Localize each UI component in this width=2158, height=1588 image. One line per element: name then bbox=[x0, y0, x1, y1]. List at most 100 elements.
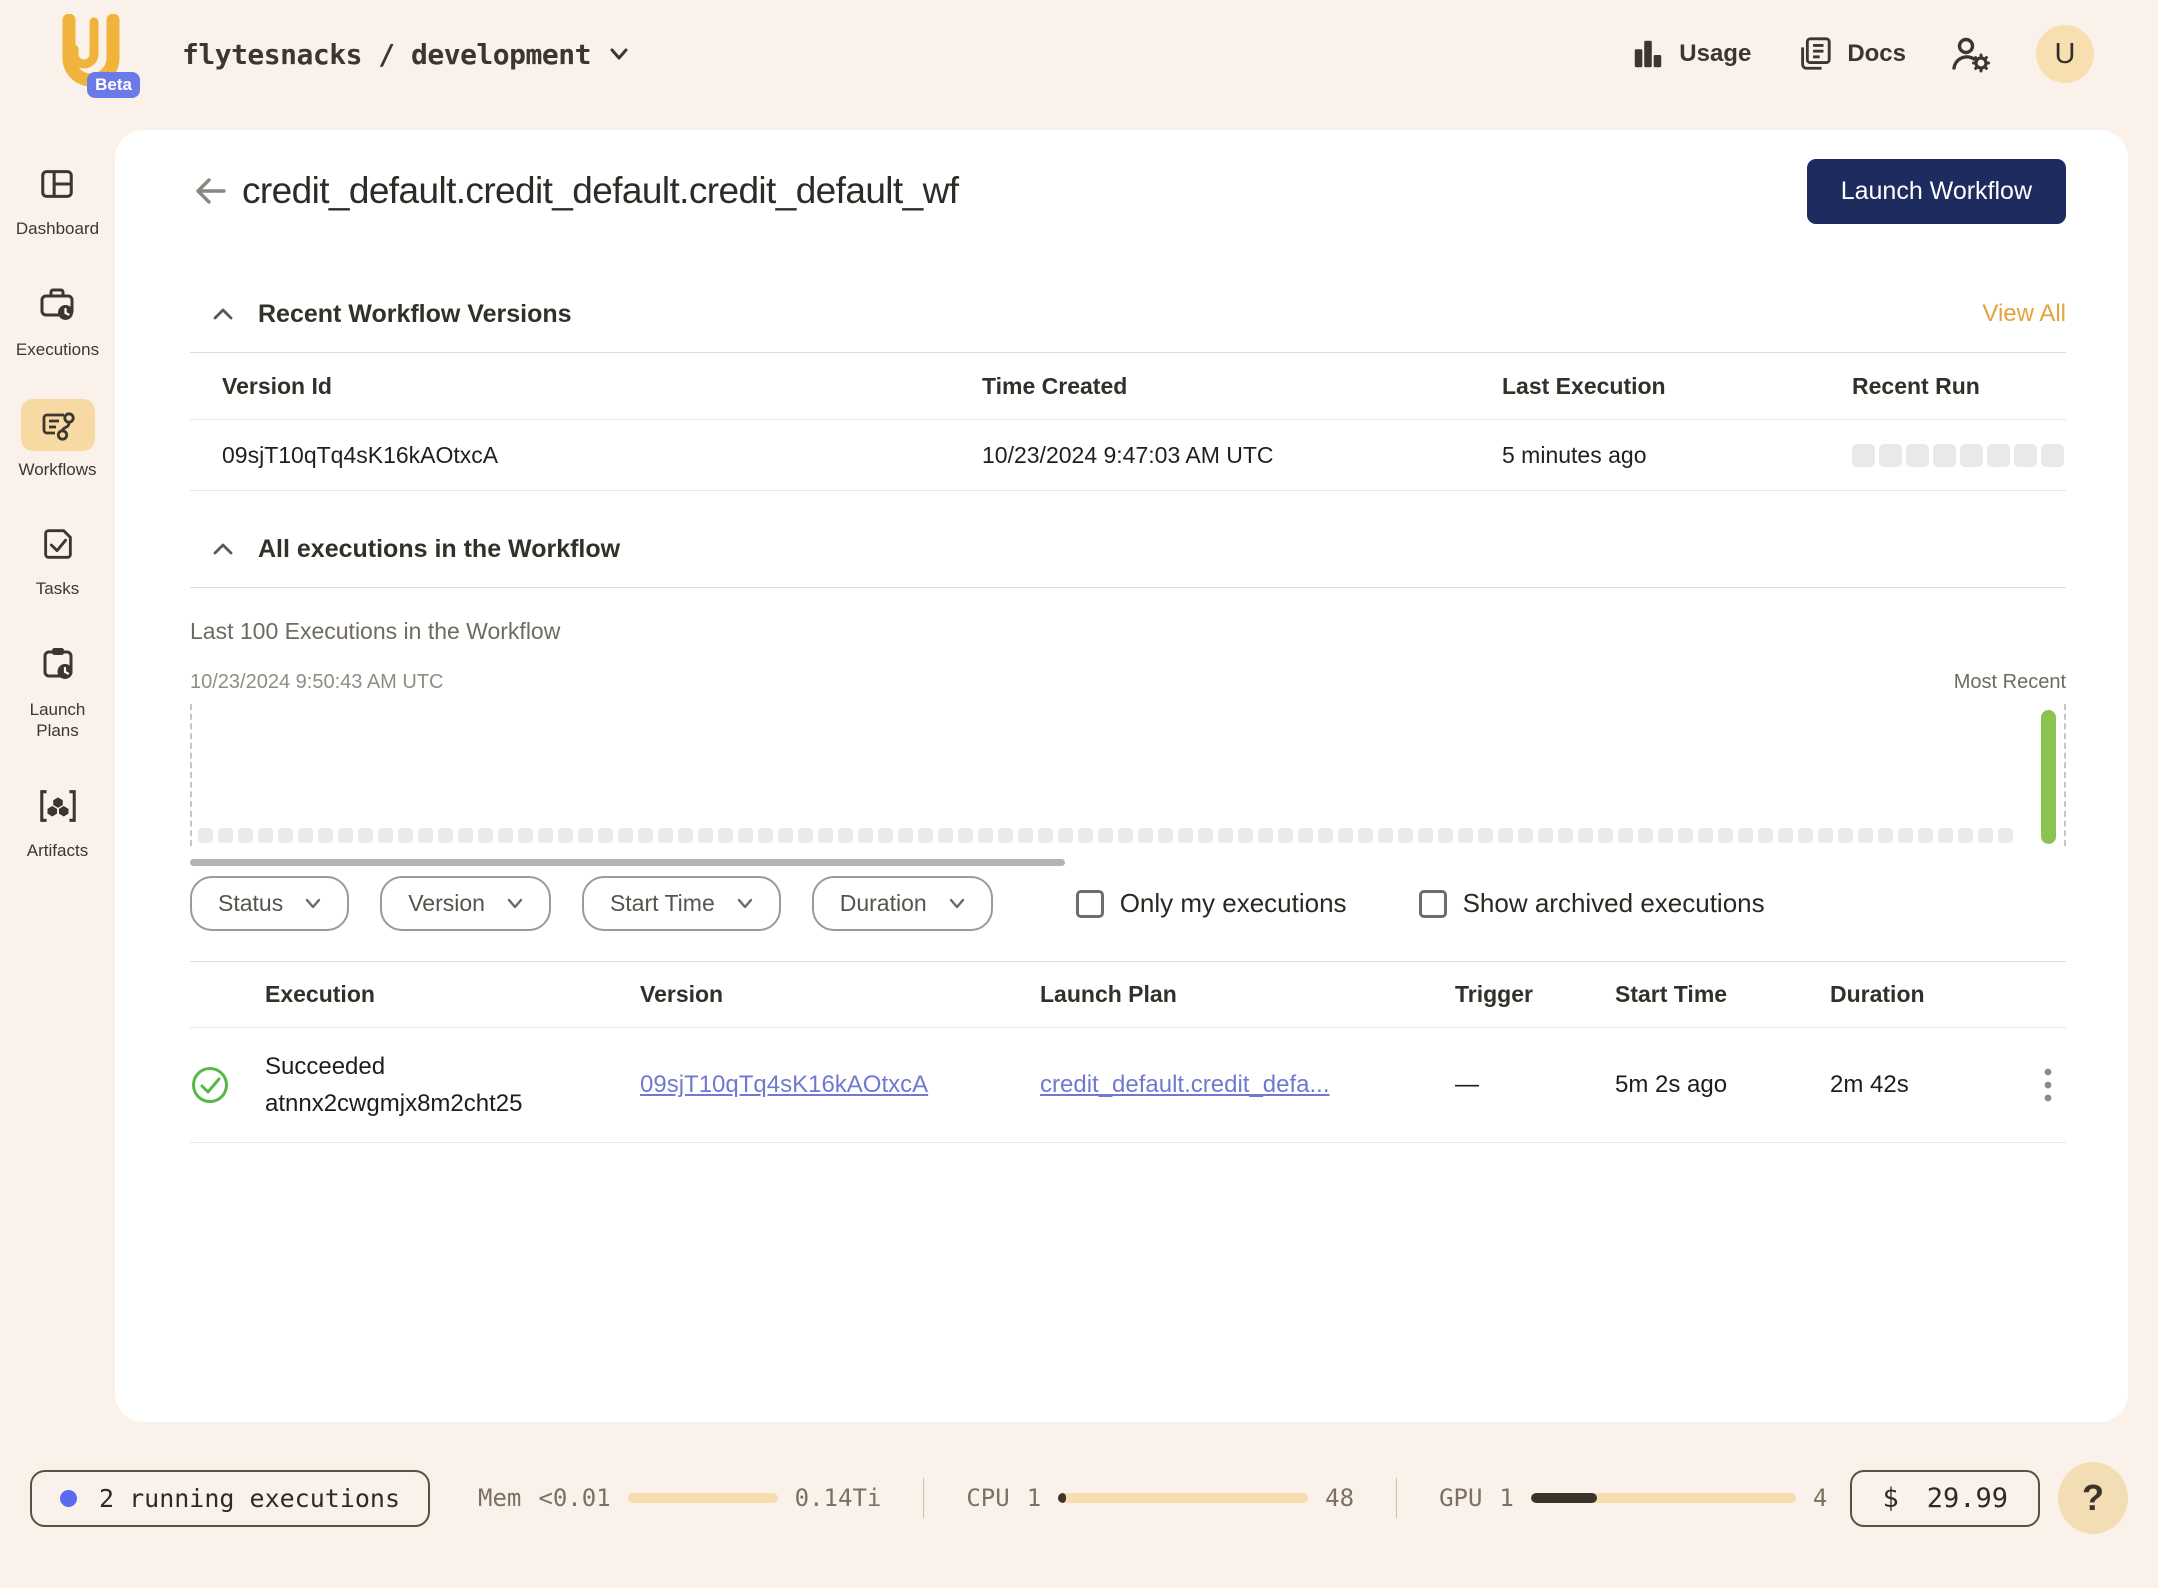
cost-amount: 29.99 bbox=[1927, 1483, 2008, 1514]
checkbox[interactable] bbox=[1076, 890, 1104, 918]
placeholder-square bbox=[938, 828, 953, 843]
chevron-down-icon bbox=[949, 898, 965, 909]
placeholder-square bbox=[198, 828, 213, 843]
placeholder-square bbox=[678, 828, 693, 843]
filter-label: Version bbox=[408, 890, 485, 917]
placeholder-square bbox=[718, 828, 733, 843]
page-header: credit_default.credit_default.credit_def… bbox=[190, 158, 2066, 224]
placeholder-square bbox=[278, 828, 293, 843]
back-button[interactable] bbox=[190, 171, 230, 211]
divider bbox=[923, 1478, 924, 1518]
executions-subtitle: Last 100 Executions in the Workflow bbox=[190, 618, 2066, 645]
status-filter-dropdown[interactable]: Status bbox=[190, 876, 349, 931]
start-time-filter-dropdown[interactable]: Start Time bbox=[582, 876, 781, 931]
placeholder-square bbox=[918, 828, 933, 843]
divider bbox=[1396, 1478, 1397, 1518]
sidebar-item-executions[interactable]: Executions bbox=[16, 277, 99, 360]
placeholder-square bbox=[358, 828, 373, 843]
column-header: Duration bbox=[1830, 981, 2020, 1008]
user-gear-icon bbox=[1950, 34, 1992, 74]
placeholder-square bbox=[1098, 828, 1113, 843]
placeholder-square bbox=[458, 828, 473, 843]
placeholder-square bbox=[1818, 828, 1833, 843]
view-all-link[interactable]: View All bbox=[1982, 300, 2066, 328]
executions-timeline-chart[interactable] bbox=[190, 704, 2066, 846]
placeholder-square bbox=[1778, 828, 1793, 843]
placeholder-square bbox=[1178, 828, 1193, 843]
placeholder-square bbox=[1918, 828, 1933, 843]
status-bar: 2 running executions Mem <0.01 0.14Ti CP… bbox=[0, 1458, 2158, 1538]
duration-filter-dropdown[interactable]: Duration bbox=[812, 876, 993, 931]
execution-table-row[interactable]: Succeeded atnnx2cwgmjx8m2cht25 09sjT10qT… bbox=[190, 1028, 2066, 1142]
divider bbox=[190, 587, 2066, 588]
sidebar: Dashboard Executions Workflows bbox=[0, 158, 115, 861]
executions-icon bbox=[20, 277, 94, 331]
version-filter-dropdown[interactable]: Version bbox=[380, 876, 551, 931]
placeholder-square bbox=[238, 828, 253, 843]
placeholder-square bbox=[298, 828, 313, 843]
sidebar-item-label: Dashboard bbox=[16, 218, 99, 239]
cost-button[interactable]: $ 29.99 bbox=[1850, 1470, 2040, 1527]
meter-name: CPU bbox=[966, 1484, 1009, 1512]
version-id-cell: 09sjT10qTq4sK16kAOtxcA bbox=[222, 442, 982, 469]
chart-start-time: 10/23/2024 9:50:43 AM UTC bbox=[190, 671, 444, 694]
main-panel: credit_default.credit_default.credit_def… bbox=[115, 130, 2128, 1422]
column-header: Time Created bbox=[982, 373, 1502, 400]
succeeded-execution-bar[interactable] bbox=[2041, 710, 2056, 844]
breadcrumb[interactable]: flytesnacks / development bbox=[182, 38, 629, 71]
recent-versions-header: Recent Workflow Versions View All bbox=[190, 290, 2066, 338]
meter-max-value: 48 bbox=[1325, 1484, 1354, 1512]
collapse-chevron-icon[interactable] bbox=[212, 307, 234, 321]
placeholder-square bbox=[258, 828, 273, 843]
placeholder-square bbox=[1878, 828, 1893, 843]
placeholder-square bbox=[1998, 828, 2013, 843]
placeholder-square bbox=[1358, 828, 1373, 843]
placeholder-square bbox=[1218, 828, 1233, 843]
help-label: ? bbox=[2082, 1477, 2104, 1519]
checkbox[interactable] bbox=[1419, 890, 1447, 918]
chart-scrollbar[interactable] bbox=[190, 859, 1065, 866]
column-header: Launch Plan bbox=[1040, 981, 1455, 1008]
placeholder-square bbox=[558, 828, 573, 843]
sidebar-item-launch-plans[interactable]: Launch Plans bbox=[15, 637, 101, 742]
placeholder-square bbox=[438, 828, 453, 843]
launch-workflow-button[interactable]: Launch Workflow bbox=[1807, 159, 2066, 224]
placeholder-square bbox=[1198, 828, 1213, 843]
union-logo[interactable]: Beta bbox=[56, 14, 126, 94]
launch-plan-link[interactable]: credit_default.credit_defa... bbox=[1040, 1071, 1330, 1098]
placeholder-square bbox=[1618, 828, 1633, 843]
workflows-icon bbox=[21, 399, 95, 451]
placeholder-square bbox=[1058, 828, 1073, 843]
filter-label: Duration bbox=[840, 890, 927, 917]
show-archived-executions-toggle[interactable]: Show archived executions bbox=[1419, 888, 1765, 919]
gpu-meter-bar bbox=[1531, 1493, 1796, 1503]
user-settings-button[interactable] bbox=[1950, 34, 1992, 74]
usage-link[interactable]: Usage bbox=[1631, 37, 1751, 71]
page-title: credit_default.credit_default.credit_def… bbox=[242, 170, 958, 212]
placeholder-square bbox=[578, 828, 593, 843]
docs-link[interactable]: Docs bbox=[1795, 35, 1906, 73]
sidebar-item-tasks[interactable]: Tasks bbox=[22, 518, 94, 599]
avatar[interactable]: U bbox=[2036, 25, 2094, 83]
only-my-executions-toggle[interactable]: Only my executions bbox=[1076, 888, 1347, 919]
sidebar-item-artifacts[interactable]: Artifacts bbox=[20, 780, 96, 861]
placeholder-square bbox=[1258, 828, 1273, 843]
row-menu-button[interactable] bbox=[2044, 1067, 2066, 1103]
placeholder-square bbox=[1038, 828, 1053, 843]
version-link[interactable]: 09sjT10qTq4sK16kAOtxcA bbox=[640, 1071, 928, 1098]
placeholder-square bbox=[1987, 444, 2010, 467]
memory-meter: Mem <0.01 0.14Ti bbox=[478, 1484, 881, 1512]
version-table-row[interactable]: 09sjT10qTq4sK16kAOtxcA 10/23/2024 9:47:0… bbox=[190, 420, 2066, 490]
placeholder-square bbox=[1938, 828, 1953, 843]
last-execution-cell: 5 minutes ago bbox=[1502, 442, 1852, 469]
sidebar-item-label: Launch Plans bbox=[15, 699, 101, 742]
placeholder-square bbox=[1738, 828, 1753, 843]
collapse-chevron-icon[interactable] bbox=[212, 542, 234, 556]
help-button[interactable]: ? bbox=[2058, 1462, 2128, 1534]
running-executions-button[interactable]: 2 running executions bbox=[30, 1470, 430, 1527]
placeholder-square bbox=[1958, 828, 1973, 843]
placeholder-square bbox=[1138, 828, 1153, 843]
sidebar-item-workflows[interactable]: Workflows bbox=[18, 399, 96, 480]
chart-most-recent-label: Most Recent bbox=[1954, 671, 2066, 694]
sidebar-item-dashboard[interactable]: Dashboard bbox=[16, 158, 99, 239]
